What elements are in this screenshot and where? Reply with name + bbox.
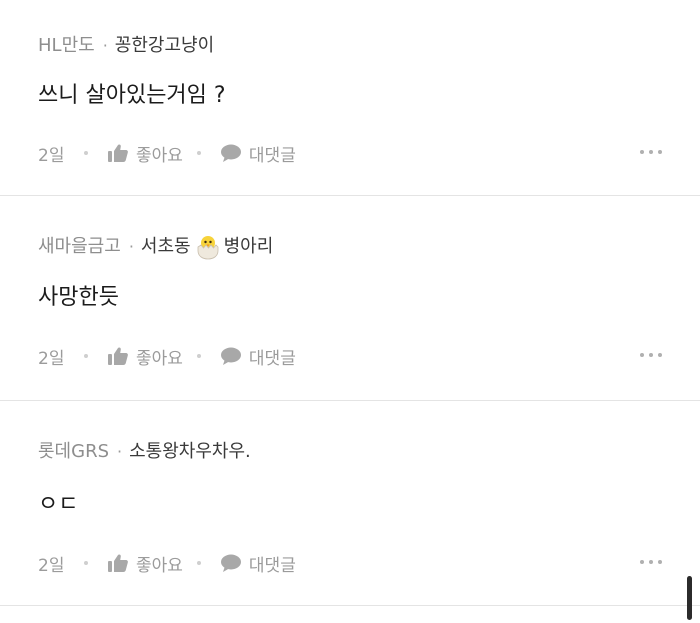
comment-author[interactable]: HL만도 · 꽁한강고냥이 <box>38 33 214 59</box>
author-nickname: 서초동 <box>140 236 191 257</box>
author-company: 롯데GRS <box>38 441 110 462</box>
comment-actions: 2일 좋아요 대댓글 <box>38 343 296 369</box>
comment-text: 사망한듯 <box>38 285 119 310</box>
more-options-icon[interactable] <box>635 150 662 154</box>
comment-text: 쓰니 살아있는거임 ? <box>38 83 226 108</box>
comment-date: 2일 <box>38 555 65 576</box>
dot-separator <box>84 561 88 565</box>
speech-bubble-icon <box>220 144 241 162</box>
thumbs-up-icon <box>108 347 128 365</box>
hatching-chick-icon <box>197 236 218 260</box>
dot-separator <box>196 354 201 358</box>
author-company: HL만도 <box>38 35 95 56</box>
dot-separator <box>196 561 201 565</box>
comment-author[interactable]: 새마을금고 · 서초동 병아리 <box>38 234 273 260</box>
comment-author[interactable]: 롯데GRS · 소통왕차우차우. <box>38 439 251 465</box>
author-nickname: 소통왕차우차우. <box>129 441 251 462</box>
like-label: 좋아요 <box>136 555 183 576</box>
reply-button[interactable]: 대댓글 <box>220 551 296 576</box>
speech-bubble-icon <box>220 347 241 365</box>
like-label: 좋아요 <box>136 348 183 369</box>
like-button[interactable]: 좋아요 <box>108 141 183 166</box>
comment-item: HL만도 · 꽁한강고냥이 쓰니 살아있는거임 ? 2일 좋아요 대댓글 <box>0 0 700 196</box>
reply-button[interactable]: 대댓글 <box>220 344 296 369</box>
comment-thread: HL만도 · 꽁한강고냥이 쓰니 살아있는거임 ? 2일 좋아요 대댓글 새마을… <box>0 0 700 623</box>
dot-separator <box>84 354 88 358</box>
thumbs-up-icon <box>108 554 128 572</box>
comment-actions: 2일 좋아요 대댓글 <box>38 550 296 576</box>
author-separator: · <box>117 442 123 461</box>
comment-date: 2일 <box>38 145 65 166</box>
like-label: 좋아요 <box>136 145 183 166</box>
reply-label: 대댓글 <box>248 555 296 576</box>
author-company: 새마을금고 <box>38 236 121 257</box>
more-options-icon[interactable] <box>635 560 662 564</box>
comment-date: 2일 <box>38 348 65 369</box>
author-separator: · <box>128 237 134 256</box>
reply-label: 대댓글 <box>248 145 296 166</box>
comment-text: ㅇㄷ <box>38 492 79 517</box>
like-button[interactable]: 좋아요 <box>108 344 183 369</box>
comment-actions: 2일 좋아요 대댓글 <box>38 140 296 166</box>
like-button[interactable]: 좋아요 <box>108 551 183 576</box>
author-nickname: 꽁한강고냥이 <box>114 35 215 56</box>
reply-button[interactable]: 대댓글 <box>220 141 296 166</box>
dot-separator <box>196 151 201 155</box>
dot-separator <box>84 151 88 155</box>
more-options-icon[interactable] <box>635 353 662 357</box>
thumbs-up-icon <box>108 144 128 162</box>
speech-bubble-icon <box>220 554 241 572</box>
scrollbar[interactable] <box>687 576 692 620</box>
comment-item: 롯데GRS · 소통왕차우차우. ㅇㄷ 2일 좋아요 대댓글 <box>0 401 700 606</box>
author-separator: · <box>102 36 108 55</box>
comment-item: 새마을금고 · 서초동 병아리 사망한듯 2일 좋아요 대댓글 <box>0 196 700 401</box>
reply-label: 대댓글 <box>248 348 296 369</box>
author-nickname-suffix: 병아리 <box>223 236 274 257</box>
